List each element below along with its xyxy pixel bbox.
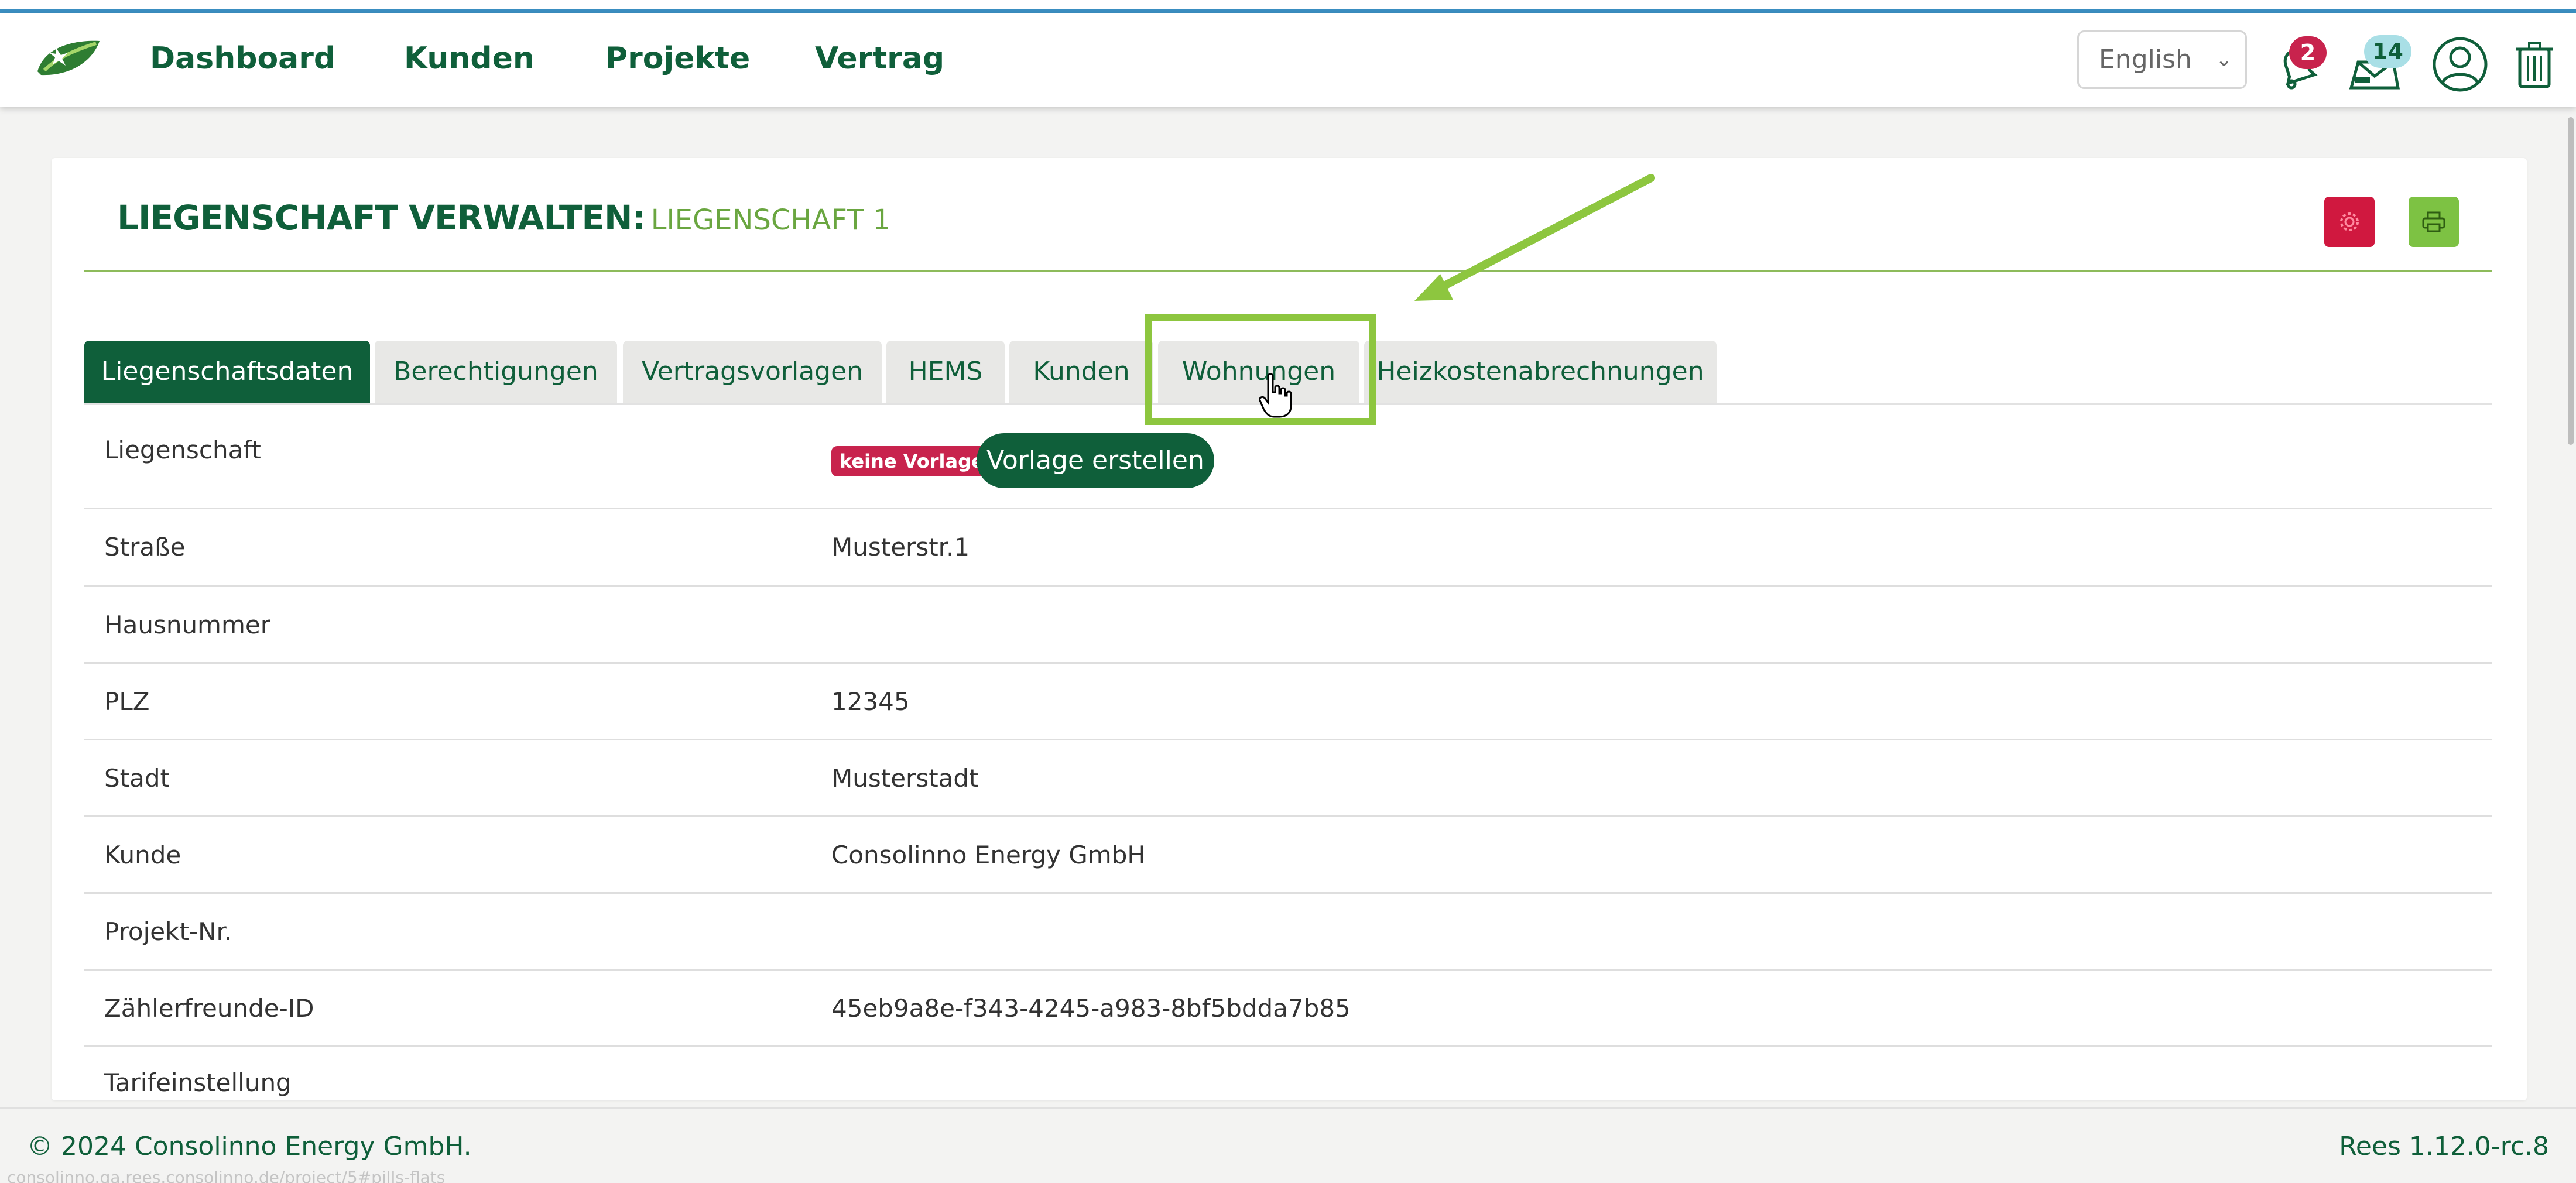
settings-button[interactable] [2324,197,2375,247]
footer-version: Rees 1.12.0-rc.8 [2339,1131,2549,1161]
nav-kunden[interactable]: Kunden [404,41,535,76]
table-row: Liegenschaft [84,413,2492,509]
language-select-value: English [2099,44,2192,74]
table-row: Stadt Musterstadt [84,740,2492,817]
no-template-badge: keine Vorlage [831,446,992,476]
row-label: Hausnummer [104,611,270,639]
table-row: Zählerfreunde-ID 45eb9a8e-f343-4245-a983… [84,971,2492,1047]
trash-icon [2516,42,2553,88]
user-menu-button[interactable] [2431,35,2489,96]
page-title-main: LIEGENSCHAFT VERWALTEN: [117,198,646,238]
messages-button[interactable]: 14 [2348,35,2411,96]
tabs-divider [84,403,2492,405]
row-label: Liegenschaft [104,436,261,464]
title-divider [84,270,2492,272]
page-scrollbar[interactable] [2568,117,2574,445]
row-value: Consolinno Energy GmbH [831,841,1146,869]
footer-copyright: © 2024 Consolinno Energy GmbH. [27,1131,472,1161]
tab-kunden[interactable]: Kunden [1009,341,1153,403]
print-button[interactable] [2409,197,2459,247]
row-value: Musterstr.1 [831,533,970,561]
trash-button[interactable] [2514,40,2555,91]
page-title: LIEGENSCHAFT VERWALTEN: LIEGENSCHAFT 1 [117,198,890,238]
row-label: Straße [104,533,186,561]
tab-wohnungen[interactable]: Wohnungen [1158,341,1359,403]
row-label: Stadt [104,764,170,793]
row-value: 12345 [831,687,910,716]
chevron-down-icon: ⌄ [2215,48,2233,71]
gear-icon [2340,212,2359,231]
page-title-sub: LIEGENSCHAFT 1 [650,204,891,236]
tab-vertragsvorlagen[interactable]: Vertragsvorlagen [623,341,882,403]
table-row: PLZ 12345 [84,664,2492,740]
consolinno-logo[interactable] [33,35,103,82]
table-row: Projekt-Nr. [84,894,2492,971]
messages-badge: 14 [2364,35,2411,68]
nav-projekte[interactable]: Projekte [605,41,750,76]
footer: © 2024 Consolinno Energy GmbH. Rees 1.12… [0,1107,2576,1183]
tab-berechtigungen[interactable]: Berechtigungen [375,341,617,403]
tab-liegenschaftsdaten[interactable]: Liegenschaftsdaten [84,341,370,403]
tab-hems[interactable]: HEMS [886,341,1005,403]
row-label: Zählerfreunde-ID [104,994,314,1023]
row-value: Musterstadt [831,764,979,793]
row-label: Tarifeinstellung [104,1068,292,1097]
user-circle-icon [2433,37,2488,92]
nav-dashboard[interactable]: Dashboard [150,41,335,76]
printer-icon [2422,211,2445,232]
status-bar-url: consolinno.qa.rees.consolinno.de/project… [7,1168,446,1183]
table-row: Tarifeinstellung [84,1047,2492,1107]
tab-heizkostenabrechnungen[interactable]: Heizkostenabrechnungen [1364,341,1717,403]
browser-top-strip [0,0,2576,13]
row-label: Projekt-Nr. [104,917,232,946]
table-row: Hausnummer [84,587,2492,664]
row-label: PLZ [104,687,150,716]
language-select[interactable]: English ⌄ [2077,30,2247,89]
table-row: Kunde Consolinno Energy GmbH [84,817,2492,894]
row-value: 45eb9a8e-f343-4245-a983-8bf5bdda7b85 [831,994,1351,1023]
notifications-badge: 2 [2289,36,2327,69]
create-template-button[interactable]: Vorlage erstellen [977,433,1214,488]
row-label: Kunde [104,841,181,869]
table-row: Straße Musterstr.1 [84,509,2492,587]
notifications-button[interactable]: 2 [2272,36,2327,96]
nav-vertrag[interactable]: Vertrag [815,41,944,76]
top-navbar: Dashboard Kunden Projekte Vertrag Englis… [0,13,2576,107]
